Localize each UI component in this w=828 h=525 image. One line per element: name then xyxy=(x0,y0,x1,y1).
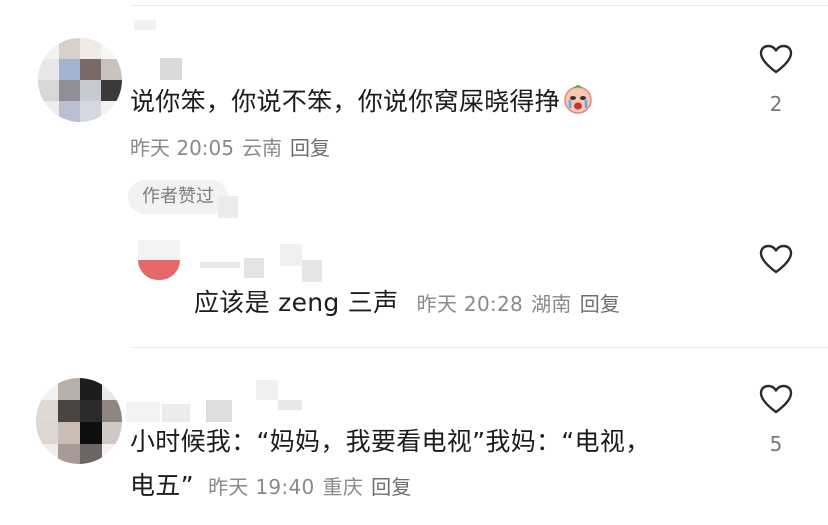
reply-location: 湖南 xyxy=(531,292,572,316)
reply-text-and-meta: 应该是 zeng 三声 昨天 20:28 湖南 回复 xyxy=(194,285,628,321)
author-liked-badge: 作者赞过 xyxy=(128,180,228,214)
like-count: 5 xyxy=(769,432,783,456)
comment-text: 说你笨，你说不笨，你说你窝屎晓得挣 xyxy=(130,83,750,125)
heart-outline-icon xyxy=(759,244,793,274)
reply-button[interactable]: 回复 xyxy=(371,475,412,499)
thread-divider xyxy=(130,347,828,348)
like-count: 2 xyxy=(769,92,783,116)
like-button[interactable]: 2 xyxy=(750,44,802,116)
heart-outline-icon xyxy=(759,384,793,414)
heart-outline-icon xyxy=(759,44,793,74)
like-button[interactable]: 5 xyxy=(750,384,802,456)
reply-button[interactable]: 回复 xyxy=(580,292,621,316)
comment-time: 昨天 20:05 xyxy=(130,136,234,160)
comment-location: 云南 xyxy=(242,136,282,160)
comment-time: 昨天 19:40 xyxy=(208,475,315,499)
reply-text: 应该是 zeng 三声 xyxy=(194,288,399,317)
comment-text-line-2: 电五” xyxy=(130,471,194,500)
comment-text-line-1: 小时候我：“妈妈，我要看电视”我妈：“电视， xyxy=(130,427,651,456)
comment-text-line-2-and-meta: 电五” 昨天 19:40 重庆 回复 xyxy=(130,468,420,504)
comment-meta: 昨天 20:05 云南 回复 xyxy=(130,134,338,162)
reply-time: 昨天 20:28 xyxy=(416,292,524,316)
top-divider xyxy=(130,5,828,6)
like-button[interactable] xyxy=(750,244,802,292)
avatar[interactable] xyxy=(36,378,122,464)
comment-location: 重庆 xyxy=(322,475,364,499)
reply-button[interactable]: 回复 xyxy=(290,136,330,160)
crying-face-emoji-icon xyxy=(562,83,594,125)
avatar[interactable] xyxy=(38,38,122,122)
